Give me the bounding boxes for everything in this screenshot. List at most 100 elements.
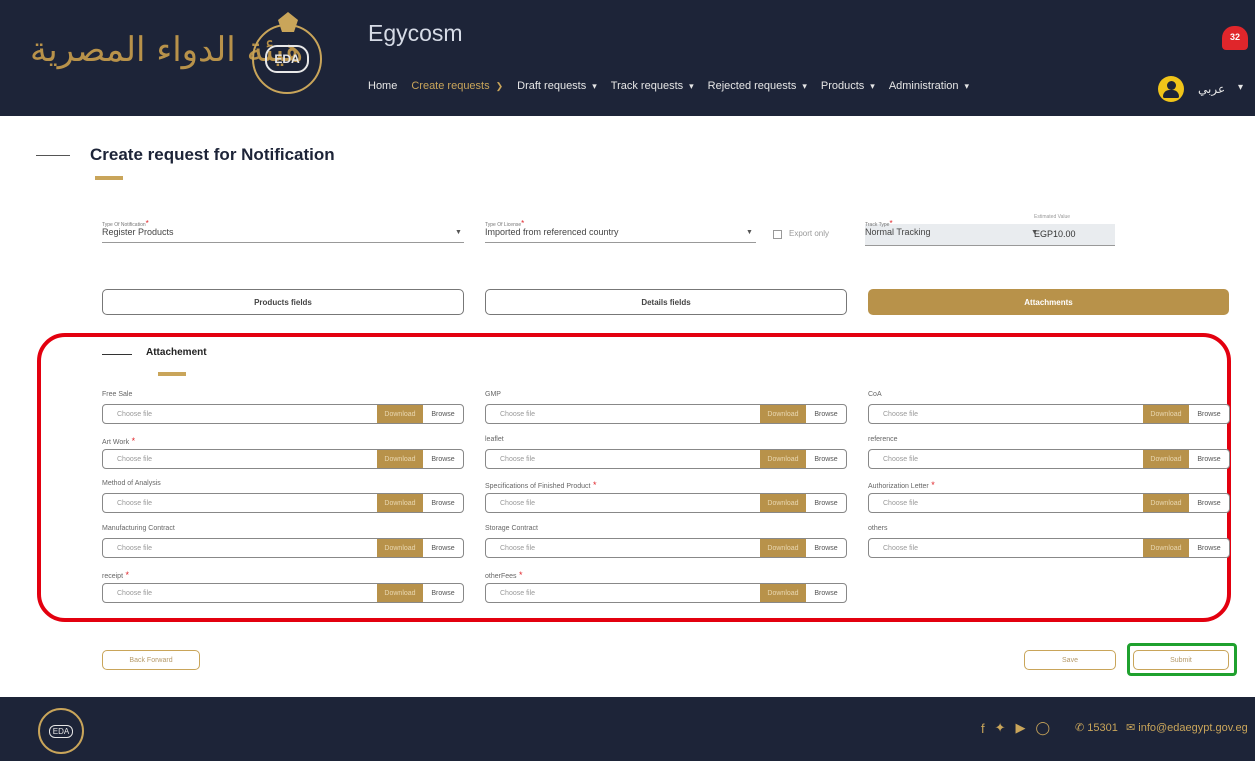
file-input-row: Choose file Download Browse [868, 493, 1230, 513]
attachment-label: GMP [485, 391, 501, 398]
choose-file-input[interactable]: Choose file [869, 405, 1143, 423]
twitter-icon[interactable]: ✦ [995, 720, 1006, 736]
app-title: Egycosm [368, 20, 463, 46]
notification-bell-icon[interactable]: 32 [1222, 22, 1248, 52]
nav-administration[interactable]: Administration ▾ [889, 80, 969, 92]
language-switch[interactable]: عربي [1198, 82, 1225, 96]
choose-file-input[interactable]: Choose file [869, 494, 1143, 512]
seal-text: EDA [265, 45, 309, 73]
choose-file-input[interactable]: Choose file [869, 450, 1143, 468]
mail-icon: ✉ [1126, 722, 1139, 734]
choose-file-input[interactable]: Choose file [103, 405, 377, 423]
choose-file-input[interactable]: Choose file [869, 539, 1143, 557]
chevron-down-icon: ❯ [495, 80, 504, 91]
download-button[interactable]: Download [377, 584, 423, 602]
choose-file-input[interactable]: Choose file [103, 584, 377, 602]
nav-track-requests[interactable]: Track requests ▾ [611, 80, 694, 92]
download-button[interactable]: Download [377, 450, 423, 468]
browse-button[interactable]: Browse [806, 494, 846, 512]
page-title: Create request for Notification [90, 145, 335, 164]
choose-file-input[interactable]: Choose file [103, 494, 377, 512]
nav-products-label: Products [820, 80, 865, 92]
file-input-row: Choose file Download Browse [102, 493, 464, 513]
choose-file-input[interactable]: Choose file [486, 494, 760, 512]
browse-button[interactable]: Browse [806, 405, 846, 423]
estimated-value: EGP10.00 [1034, 229, 1076, 239]
browse-button[interactable]: Browse [423, 494, 463, 512]
attachment-label: CoA [868, 391, 882, 398]
choose-file-input[interactable]: Choose file [486, 450, 760, 468]
download-button[interactable]: Download [377, 405, 423, 423]
youtube-icon[interactable]: ▶ [1016, 720, 1026, 736]
save-button[interactable]: Save [1024, 650, 1116, 670]
submit-button[interactable]: Submit [1133, 650, 1229, 670]
download-button[interactable]: Download [760, 494, 806, 512]
tab-details-fields[interactable]: Details fields [485, 289, 847, 315]
type-of-notification-select[interactable]: Register Products [102, 227, 464, 243]
nav-home[interactable]: Home [368, 80, 397, 92]
chevron-down-icon: ▾ [592, 80, 597, 91]
download-button[interactable]: Download [1143, 539, 1189, 557]
attachments-title: Attachement [146, 347, 207, 358]
choose-file-input[interactable]: Choose file [486, 539, 760, 557]
browse-button[interactable]: Browse [1189, 405, 1229, 423]
nav-draft-requests[interactable]: Draft requests ▾ [517, 80, 597, 92]
browse-button[interactable]: Browse [423, 539, 463, 557]
footer [0, 697, 1255, 761]
download-button[interactable]: Download [377, 539, 423, 557]
facebook-icon[interactable]: f [981, 721, 985, 736]
nav-rejected-requests-label: Rejected requests [707, 80, 797, 92]
file-input-row: Choose file Download Browse [485, 538, 847, 558]
browse-button[interactable]: Browse [806, 539, 846, 557]
nav-products[interactable]: Products ▾ [821, 80, 875, 92]
track-type-select[interactable]: Normal Tracking [865, 227, 1040, 242]
browse-button[interactable]: Browse [1189, 539, 1229, 557]
nav-create-requests[interactable]: Create requests ❯ [411, 80, 503, 92]
attachments-divider [102, 354, 132, 355]
download-button[interactable]: Download [1143, 450, 1189, 468]
type-of-license-select[interactable]: Imported from referenced country [485, 227, 756, 243]
download-button[interactable]: Download [760, 584, 806, 602]
phone-icon: ✆ [1075, 722, 1088, 734]
attachment-label: Authorization Letter * [868, 480, 935, 490]
download-button[interactable]: Download [760, 450, 806, 468]
file-input-row: Choose file Download Browse [485, 449, 847, 469]
back-forward-button[interactable]: Back Forward [102, 650, 200, 670]
footer-phone: ✆ 15301 [1075, 721, 1118, 734]
footer-email[interactable]: ✉ info@edaegypt.gov.eg [1126, 721, 1248, 734]
download-button[interactable]: Download [760, 539, 806, 557]
phone-number: 15301 [1087, 722, 1118, 734]
download-button[interactable]: Download [377, 494, 423, 512]
nav-create-requests-label: Create requests [411, 80, 490, 92]
footer-eda-logo: EDA [38, 708, 84, 754]
browse-button[interactable]: Browse [423, 584, 463, 602]
nav-home-label: Home [368, 80, 398, 92]
choose-file-input[interactable]: Choose file [486, 584, 760, 602]
browse-button[interactable]: Browse [1189, 450, 1229, 468]
download-button[interactable]: Download [1143, 405, 1189, 423]
file-input-row: Choose file Download Browse [868, 404, 1230, 424]
choose-file-input[interactable]: Choose file [486, 405, 760, 423]
browse-button[interactable]: Browse [1189, 494, 1229, 512]
download-button[interactable]: Download [760, 405, 806, 423]
instagram-icon[interactable]: ◯ [1036, 720, 1051, 736]
download-button[interactable]: Download [1143, 494, 1189, 512]
user-avatar-icon[interactable] [1158, 76, 1184, 102]
notification-count: 32 [1229, 32, 1240, 42]
tab-products-fields[interactable]: Products fields [102, 289, 464, 315]
browse-button[interactable]: Browse [423, 450, 463, 468]
browse-button[interactable]: Browse [423, 405, 463, 423]
eda-seal-logo: EDA [252, 12, 322, 94]
chevron-down-icon[interactable]: ▾ [1238, 82, 1243, 93]
export-only-checkbox[interactable] [773, 230, 782, 239]
file-input-row: Choose file Download Browse [868, 449, 1230, 469]
export-only-label: Export only [789, 229, 830, 238]
nav-administration-label: Administration [888, 80, 959, 92]
browse-button[interactable]: Browse [806, 584, 846, 602]
choose-file-input[interactable]: Choose file [103, 539, 377, 557]
nav-rejected-requests[interactable]: Rejected requests ▾ [708, 80, 807, 92]
choose-file-input[interactable]: Choose file [103, 450, 377, 468]
tab-attachments[interactable]: Attachments [868, 289, 1229, 315]
file-input-row: Choose file Download Browse [485, 493, 847, 513]
browse-button[interactable]: Browse [806, 450, 846, 468]
